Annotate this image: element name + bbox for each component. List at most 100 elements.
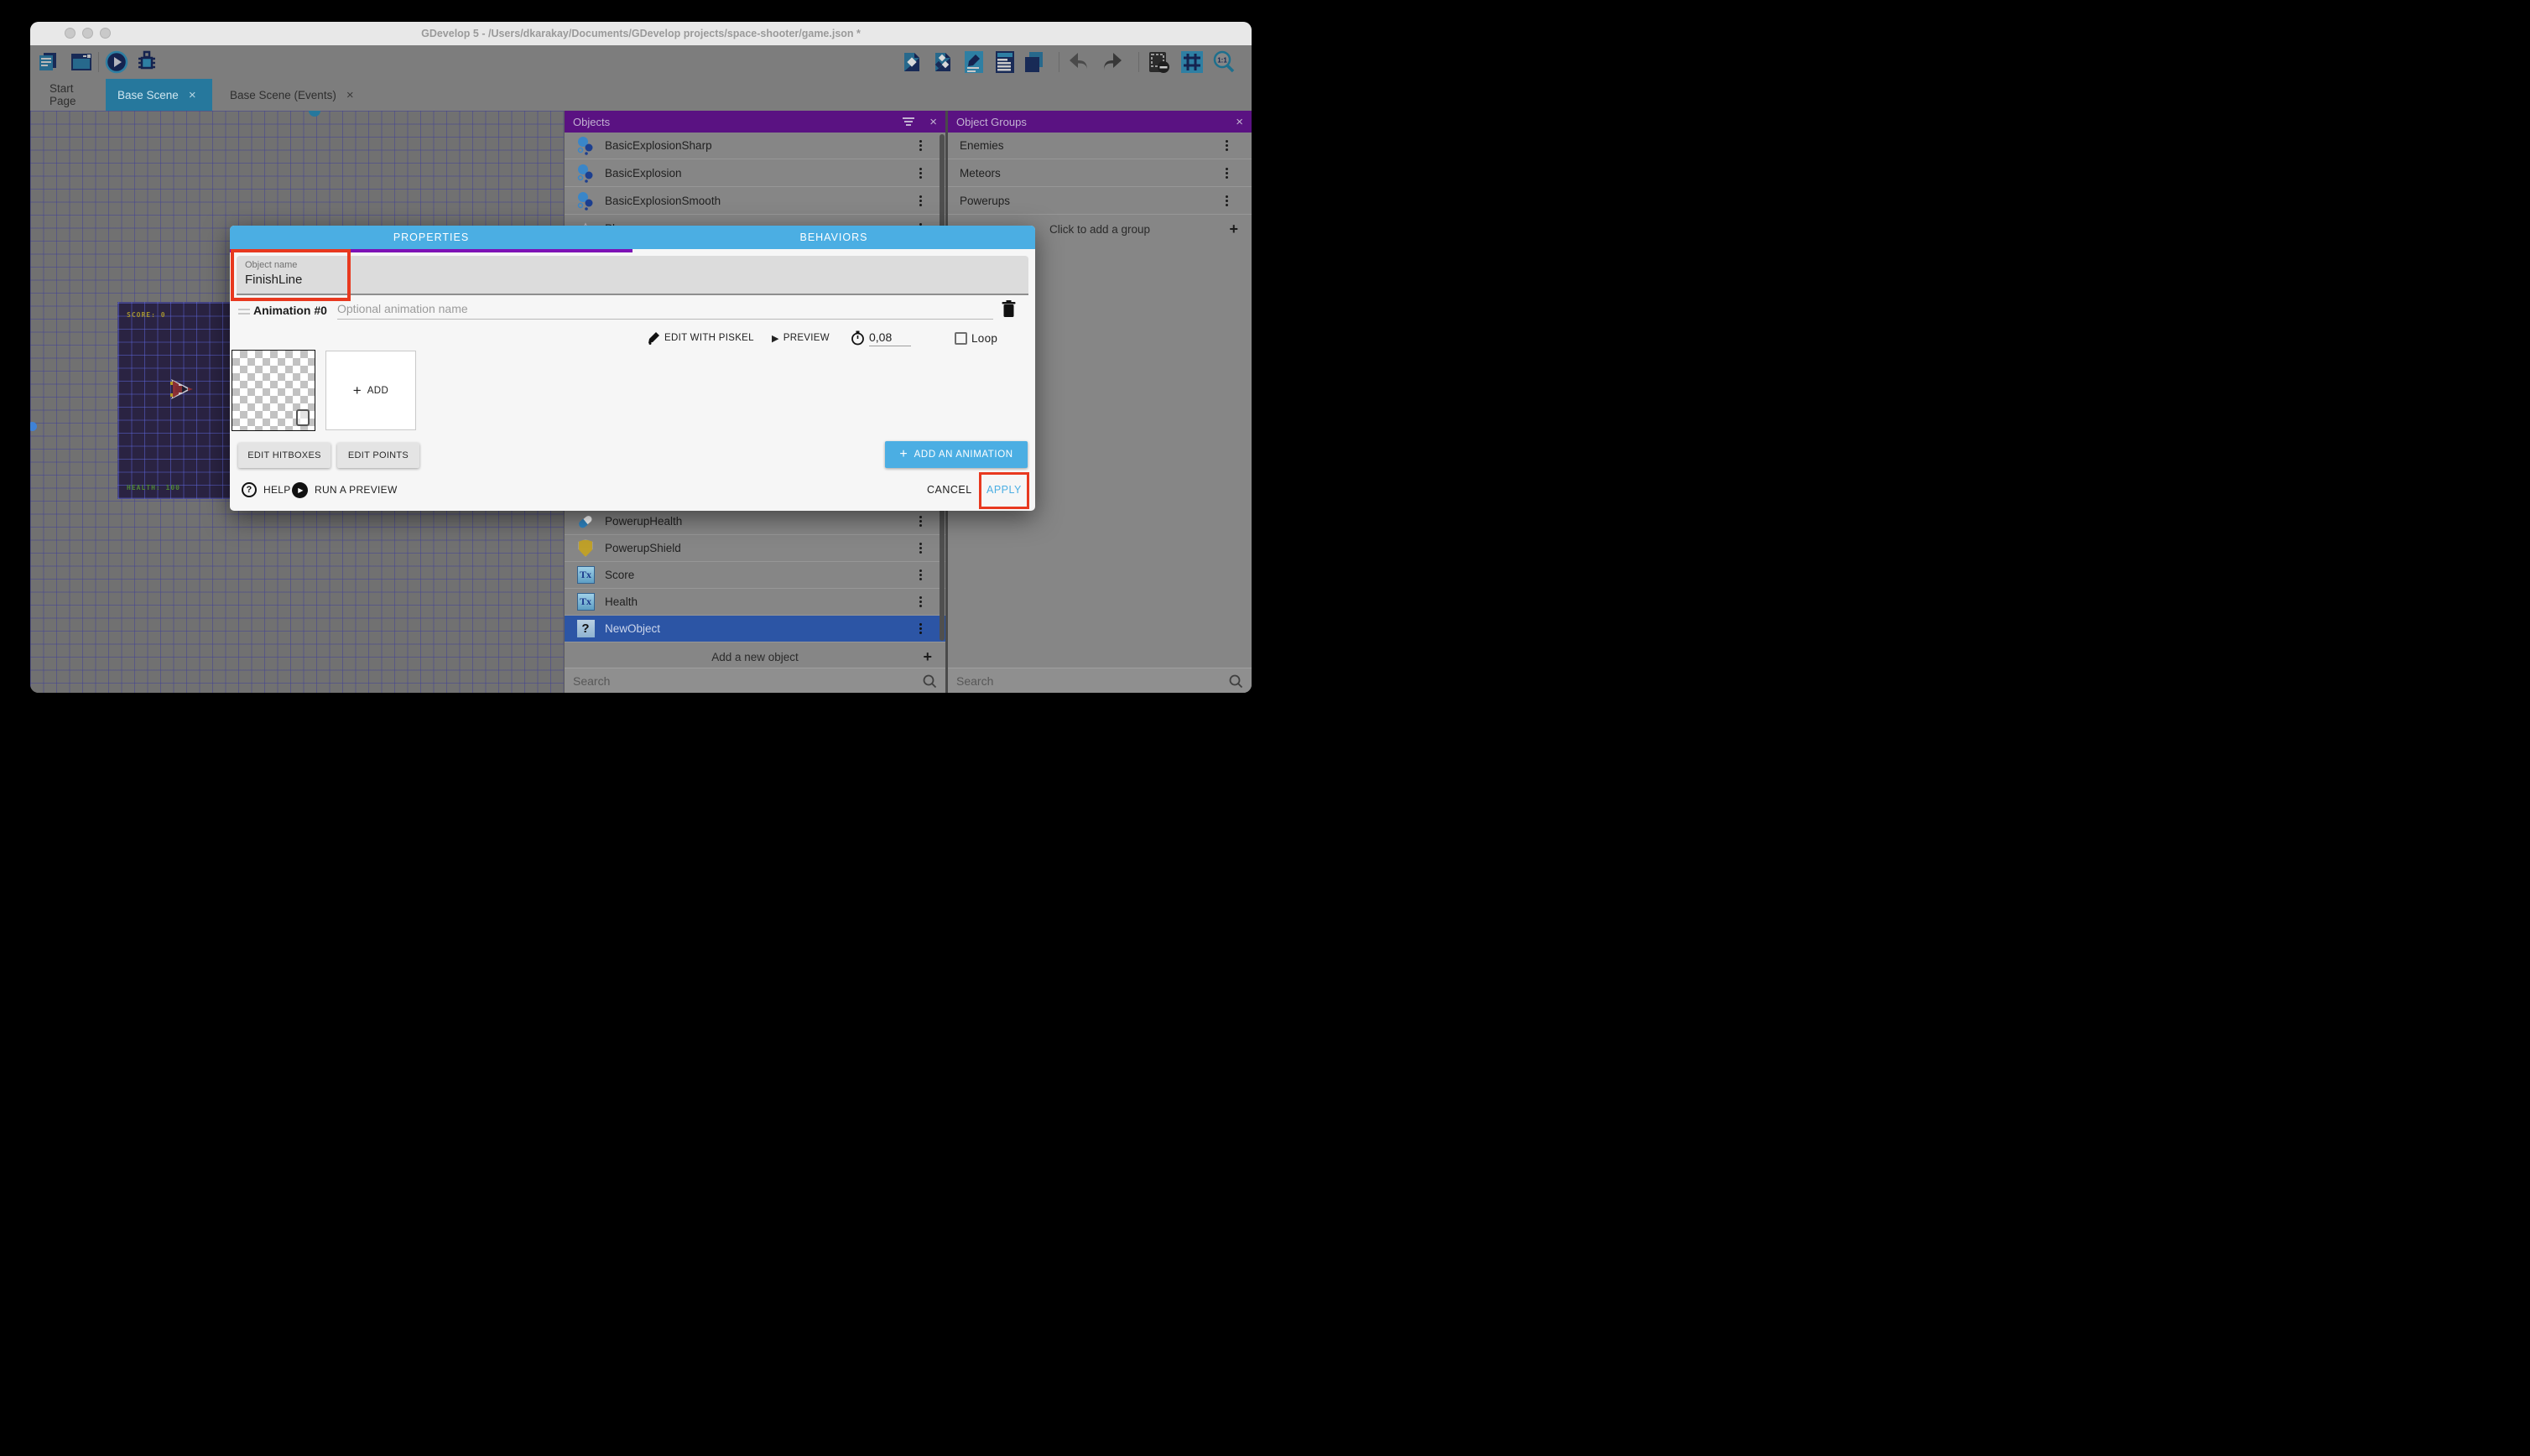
object-label: PowerupHealth [605,515,919,528]
tab-behaviors[interactable]: BEHAVIORS [632,226,1035,249]
play-preview-icon[interactable] [104,50,129,74]
explosion-icon [576,164,595,183]
edit-with-piskel-button[interactable]: EDIT WITH PISKEL [648,330,754,346]
object-row-basicexplosion[interactable]: BasicExplosion [565,160,945,187]
animation-label: Animation #0 [253,304,327,317]
tab-start-page[interactable]: Start Page [38,79,99,111]
close-window-button[interactable] [65,28,75,39]
groups-search-bar [948,668,1252,693]
grid-icon[interactable] [1179,50,1205,74]
objects-panel-header: Objects × [565,111,945,133]
animation-name-input[interactable] [337,302,993,320]
help-button[interactable]: ? HELP [242,479,291,501]
frame-duration-field[interactable] [851,330,911,346]
object-menu-button[interactable] [919,623,922,634]
add-animation-label: ADD AN ANIMATION [914,450,1013,460]
drag-handle-icon[interactable] [238,309,250,317]
play-circle-icon: ▶ [292,482,308,498]
layers-icon[interactable] [1022,50,1047,74]
frame-duration-input[interactable] [869,330,911,346]
edit-points-button[interactable]: EDIT POINTS [337,443,419,468]
plus-icon: + [923,648,932,666]
player-ship-sprite[interactable] [167,377,195,406]
loop-control[interactable]: Loop [955,330,997,346]
redo-icon[interactable] [1099,50,1124,74]
object-menu-button[interactable] [919,516,922,527]
plus-icon: + [353,382,362,399]
group-row-meteors[interactable]: Meteors [948,160,1252,187]
object-name-field[interactable]: Object name FinishLine [237,256,1028,295]
groups-panel-header: Object Groups × [948,111,1252,133]
minimize-window-button[interactable] [82,28,93,39]
object-menu-button[interactable] [919,543,922,554]
object-row-powerupshield[interactable]: PowerupShield [565,535,945,562]
group-row-powerups[interactable]: Powerups [948,188,1252,215]
frame-thumbnail[interactable] [232,350,315,431]
tab-base-scene[interactable]: Base Scene × [106,79,212,111]
tab-properties[interactable]: PROPERTIES [230,226,632,249]
add-new-object-row[interactable]: Add a new object + [565,646,945,668]
object-groups-icon[interactable] [930,50,955,74]
window-mask-icon[interactable] [1147,50,1172,74]
editor-tabbar: Start Page Base Scene × Base Scene (Even… [30,79,1252,111]
group-menu-button[interactable] [1226,168,1228,179]
start-page-icon[interactable] [69,50,94,74]
project-manager-icon[interactable] [35,50,60,74]
preview-button[interactable]: ▶ PREVIEW [772,330,830,346]
objects-search-input[interactable] [573,674,922,688]
add-animation-button[interactable]: + ADD AN ANIMATION [885,441,1028,468]
tab-label: Base Scene (Events) [230,89,336,101]
annotation-object-name-highlight [231,249,351,301]
zoom-window-button[interactable] [100,28,111,39]
add-frame-button[interactable]: + ADD [325,351,416,430]
filter-icon[interactable] [903,117,914,126]
object-row-basicexplosionsharp[interactable]: BasicExplosionSharp [565,133,945,159]
preview-label: PREVIEW [783,333,830,343]
object-menu-button[interactable] [919,569,922,580]
edit-hitboxes-button[interactable]: EDIT HITBOXES [238,443,331,468]
instances-list-icon[interactable] [992,50,1018,74]
search-icon [922,673,937,689]
trash-icon[interactable] [1002,299,1016,322]
object-row-basicexplosionsmooth[interactable]: BasicExplosionSmooth [565,188,945,215]
help-label: HELP [263,484,291,496]
close-tab-icon[interactable]: × [346,89,354,101]
add-frame-label: ADD [367,386,388,396]
group-menu-button[interactable] [1226,140,1228,151]
undo-icon[interactable] [1067,50,1092,74]
group-menu-button[interactable] [1226,195,1228,206]
scroll-indicator-dot[interactable] [30,422,37,431]
object-row-score[interactable]: Tx Score [565,562,945,589]
object-menu-button[interactable] [919,140,922,151]
group-label: Enemies [960,139,1226,152]
animation-tools-row: EDIT WITH PISKEL ▶ PREVIEW Loop [230,330,1035,346]
object-menu-button[interactable] [919,168,922,179]
object-row-poweruphealth[interactable]: PowerupHealth [565,508,945,535]
unknown-object-icon: ? [576,620,595,638]
add-group-label: Click to add a group [1049,223,1150,236]
objects-search-bar [565,668,945,693]
object-menu-button[interactable] [919,596,922,607]
debug-icon[interactable] [134,50,159,74]
edit-hitboxes-label: EDIT HITBOXES [247,450,320,460]
close-panel-icon[interactable]: × [929,115,937,129]
object-row-newobject-selected[interactable]: ? NewObject [565,616,945,642]
object-menu-button[interactable] [919,195,922,206]
tab-base-scene-events[interactable]: Base Scene (Events) × [218,79,379,111]
cancel-button[interactable]: CANCEL [927,479,972,501]
group-row-enemies[interactable]: Enemies [948,133,1252,159]
objects-panel-icon[interactable] [899,50,924,74]
zoom-one-to-one-icon[interactable]: 1:1 [1211,50,1236,74]
titlebar: GDevelop 5 - /Users/dkarakay/Documents/G… [30,22,1252,45]
object-row-health[interactable]: Tx Health [565,589,945,616]
groups-search-input[interactable] [956,674,1228,688]
text-object-icon: Tx [576,593,595,611]
app-window: GDevelop 5 - /Users/dkarakay/Documents/G… [30,22,1252,693]
scene-properties-icon[interactable] [961,50,986,74]
play-icon: ▶ [772,333,779,344]
close-tab-icon[interactable]: × [189,89,196,101]
loop-checkbox[interactable] [955,332,967,345]
close-panel-icon[interactable]: × [1236,115,1243,129]
run-preview-button[interactable]: ▶ RUN A PREVIEW [292,479,398,501]
object-label: BasicExplosionSharp [605,139,919,152]
